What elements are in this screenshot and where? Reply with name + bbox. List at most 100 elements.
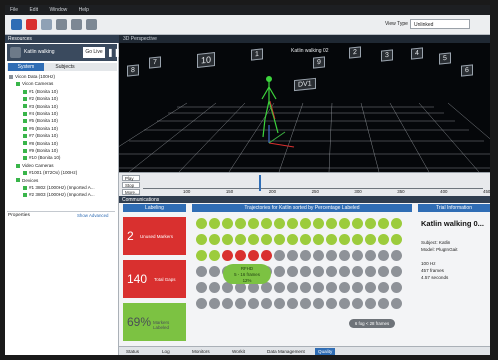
trajectory-dot[interactable] [339,266,350,277]
trajectory-dot[interactable] [326,282,337,293]
trajectory-dot[interactable] [261,298,272,309]
trajectory-dot[interactable] [352,218,363,229]
trajectory-dot[interactable] [287,282,298,293]
trajectory-dot[interactable] [365,298,376,309]
trajectory-dot[interactable] [365,234,376,245]
total-gaps-tile[interactable]: 140 Total Gaps [123,260,186,298]
trajectory-dot[interactable] [196,282,207,293]
trajectory-dot[interactable] [287,234,298,245]
tree-item[interactable]: #3 (Bonita 10) [23,103,58,110]
trajectory-dot[interactable] [222,250,233,261]
bottom-tab[interactable]: Monitors [189,348,213,355]
menu-window[interactable]: Window [44,5,72,13]
trajectory-dot[interactable] [326,250,337,261]
bottom-tab[interactable]: Data Management [264,348,308,355]
tree-item[interactable]: Vicon Cameras [16,80,53,87]
trajectory-dot[interactable] [326,234,337,245]
trajectory-dot[interactable] [391,298,402,309]
trajectory-dot[interactable] [222,234,233,245]
tab-subjects[interactable]: Subjects [47,63,83,71]
camera-label[interactable]: 1 [251,48,263,61]
stop-button[interactable]: Stop [122,182,140,188]
gray-callout[interactable]: 6 fog < 28 frames [349,319,395,328]
tree-item[interactable]: Vicon Data (100Hz) [9,73,55,80]
trajectory-dot[interactable] [222,218,233,229]
tree-item[interactable]: #1001 (872Ox) (100Hz) [23,169,77,176]
tree-item[interactable]: #10 (Bonita 10) [23,154,60,161]
bottom-tab[interactable]: Status [123,348,142,355]
trajectory-dot[interactable] [339,250,350,261]
tree-item[interactable]: #7 (Bonita 10) [23,132,58,139]
trajectory-dot[interactable] [391,282,402,293]
trajectory-dot[interactable] [352,266,363,277]
trajectory-dot[interactable] [209,266,220,277]
camera-label[interactable]: 3 [381,49,393,62]
trajectory-dot[interactable] [222,298,233,309]
trajectory-dot[interactable] [326,298,337,309]
trajectory-dot[interactable] [248,218,259,229]
tree-item[interactable]: #5 (Bonita 10) [23,117,58,124]
tools-icon[interactable] [86,19,97,30]
trajectory-dot[interactable] [313,250,324,261]
new-icon[interactable] [11,19,22,30]
tree-item[interactable]: #9 (Bonita 10) [23,147,58,154]
camera-label[interactable]: 9 [313,56,325,69]
tree-item[interactable]: #4 (Bonita 10) [23,110,58,117]
refresh-icon[interactable] [71,19,82,30]
trajectory-dot[interactable] [378,282,389,293]
bottom-tab[interactable]: Workit [229,348,248,355]
camera-label[interactable]: 7 [149,56,161,69]
play-button[interactable]: Play [122,175,140,181]
tree-item[interactable]: Video Cameras [16,162,54,169]
bottom-tab[interactable]: Log [159,348,173,355]
trajectory-dot[interactable] [352,234,363,245]
trajectory-dot[interactable] [365,250,376,261]
trajectory-dot[interactable] [235,234,246,245]
trajectory-dot[interactable] [209,250,220,261]
trajectory-dot[interactable] [300,218,311,229]
trajectory-dot[interactable] [339,282,350,293]
trajectory-dot[interactable] [300,266,311,277]
trajectory-dot[interactable] [326,218,337,229]
trajectory-dot[interactable] [261,234,272,245]
trajectory-dot[interactable] [274,250,285,261]
trajectory-dot[interactable] [274,282,285,293]
trajectory-dot[interactable] [274,234,285,245]
bottom-tab[interactable]: Quality [315,348,336,355]
trajectory-dot[interactable] [339,218,350,229]
trajectory-dot[interactable] [391,218,402,229]
menu-file[interactable]: File [5,5,23,13]
menu-edit[interactable]: Edit [24,5,43,13]
go-live-button[interactable]: Go Live [83,47,105,58]
trajectory-dot[interactable] [352,282,363,293]
tree-item[interactable]: #8 (Bonita 10) [23,140,58,147]
trajectory-dot[interactable] [196,234,207,245]
trajectory-dot[interactable] [378,218,389,229]
gap-callout[interactable]: RFHD 5 - 16 frames 12% [223,264,271,284]
tab-system[interactable]: System [8,63,44,71]
timeline-bar[interactable]: Play Stop More... 100 150 200 250 300 350 400 4… [119,172,490,196]
more-button[interactable]: More... [122,189,140,195]
show-advanced-link[interactable]: Show Advanced [77,213,109,218]
trajectory-dot[interactable] [248,250,259,261]
trajectory-dot[interactable] [287,298,298,309]
camera-label[interactable]: 4 [411,47,423,60]
trajectory-dot[interactable] [209,234,220,245]
trajectory-dot[interactable] [248,234,259,245]
camera-label[interactable]: DV1 [294,77,316,92]
trajectory-dot[interactable] [365,282,376,293]
trajectory-dot[interactable] [378,298,389,309]
open-icon[interactable] [56,19,67,30]
trajectory-dot[interactable] [287,266,298,277]
trajectory-dot[interactable] [274,298,285,309]
trajectory-dot[interactable] [378,250,389,261]
tree-item[interactable]: Devices [16,177,38,184]
trajectory-dot[interactable] [196,298,207,309]
camera-label[interactable]: 2 [349,46,361,59]
trajectory-dot[interactable] [391,250,402,261]
view-type-select[interactable]: Unlinked [410,19,470,29]
trajectory-dot[interactable] [261,218,272,229]
trajectory-dot[interactable] [209,218,220,229]
trajectory-dot[interactable] [209,282,220,293]
trajectory-dot[interactable] [313,282,324,293]
